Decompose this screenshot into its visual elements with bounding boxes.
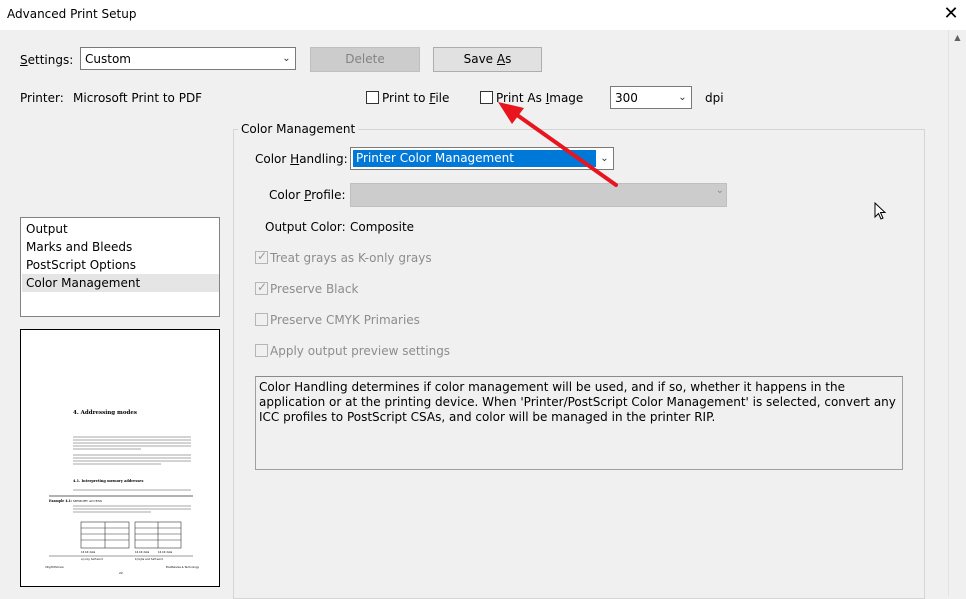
title-bar [0,0,966,30]
preserve-cmyk-checkbox[interactable] [255,313,268,326]
checkmark-icon: ✓ [257,280,268,294]
preview-table-caption: 16 bit data [135,550,150,554]
color-profile-label: Color Profile: [269,188,346,202]
preview-heading: 4. Addressing modes [73,410,137,416]
list-item-postscript-options[interactable]: PostScript Options [22,256,219,274]
list-item-marks-and-bleeds[interactable]: Marks and Bleeds [22,238,219,256]
chevron-down-icon: ⌄ [715,185,724,196]
treat-grays-checkbox[interactable]: ✓ [255,249,268,264]
preserve-black-checkbox[interactable]: ✓ [255,280,268,295]
preview-footer-page: 22 [119,571,123,575]
chevron-down-icon: ⌄ [282,53,291,64]
output-color-label: Output Color: [265,220,346,234]
chevron-down-icon: ⌄ [678,92,687,103]
preview-footer-right: Elsoftwares & Technology [166,565,200,569]
scroll-up-icon[interactable]: ▲ [949,30,966,46]
preserve-cmyk-label: Preserve CMYK Primaries [270,313,420,327]
preview-caption-b: b) byte and half word [135,557,163,561]
description-box: Color Handling determines if color manag… [255,376,903,470]
annotation-arrow [498,102,618,187]
settings-dropdown[interactable]: Custom ⌄ [80,47,296,70]
print-to-file-label: Print to File [382,91,450,105]
settings-label: Settings: [20,53,74,67]
list-item-color-management[interactable]: Color Management [22,274,219,292]
list-item-output[interactable]: Output [22,220,219,238]
output-color-value: Composite [350,220,415,234]
printer-label: Printer: [20,91,64,105]
color-handling-label: Color Handling: [255,152,348,166]
preview-table-caption: 16 bit data [81,550,96,554]
preview-caption-a: a) only half word [81,557,103,561]
preview-subheading: 4.1. Interpreting memory addresses [73,479,144,483]
apply-preview-checkbox[interactable] [255,344,268,357]
preview-footer-left: Villy/Dithmann [45,565,64,569]
window-title: Advanced Print Setup [7,7,137,21]
color-management-group-title: Color Management [238,122,359,136]
section-list[interactable]: Output Marks and Bleeds PostScript Optio… [20,217,220,317]
mouse-cursor-icon [874,202,887,220]
preview-example-title: MEMORY ACCESS [73,499,102,503]
preview-table-caption: 16 bit data [158,550,173,554]
print-to-file-checkbox[interactable] [366,91,379,104]
vertical-scrollbar[interactable] [948,30,966,596]
save-as-button[interactable]: Save As [433,47,542,72]
close-icon[interactable]: ✕ [938,3,964,27]
preview-example-label: Example 4.1: [49,499,72,503]
page-preview-graphic: 4. Addressing modes 4.1. Interpreting me… [45,410,200,575]
dpi-unit-label: dpi [705,91,724,105]
preserve-black-label: Preserve Black [270,282,359,296]
checkmark-icon: ✓ [257,249,268,263]
printer-name: Microsoft Print to PDF [73,91,203,105]
page-preview: 4. Addressing modes 4.1. Interpreting me… [20,329,220,587]
apply-preview-label: Apply output preview settings [270,344,451,358]
settings-value: Custom [85,52,131,66]
delete-button[interactable]: Delete [310,47,420,72]
treat-grays-label: Treat grays as K-only grays [270,251,432,265]
